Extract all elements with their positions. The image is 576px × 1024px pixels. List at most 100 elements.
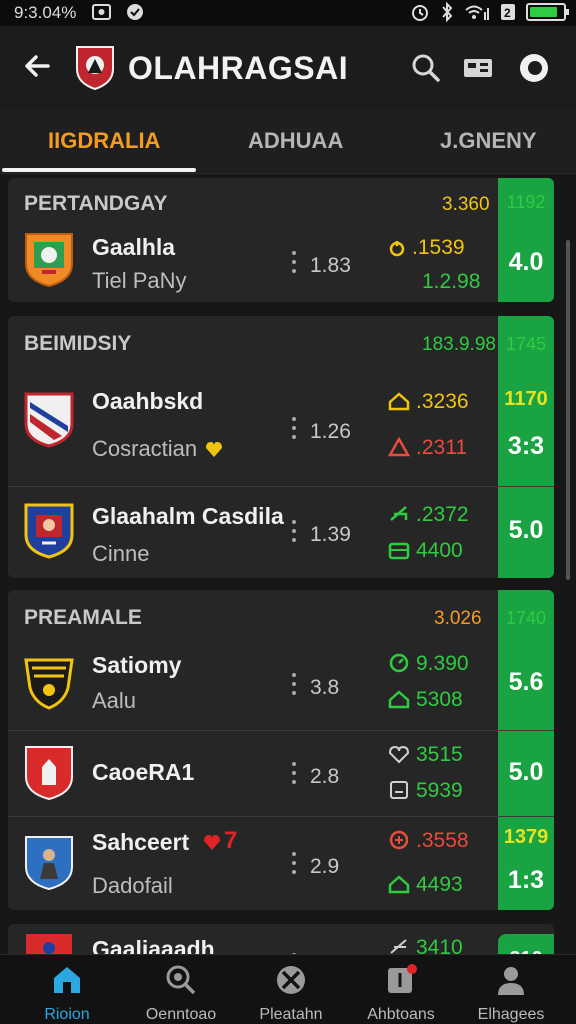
scoreboard-icon[interactable]	[462, 52, 494, 84]
section-card: PREAMALE 3.026 1740 5.6 5.0 1379 1:3 Sat…	[8, 590, 554, 910]
nav-item-search[interactable]: Oenntoao	[126, 963, 236, 1024]
plus-circle-icon	[389, 830, 409, 850]
status-bar: 9:3.04% 2	[0, 0, 576, 26]
back-arrow-icon[interactable]	[22, 50, 54, 82]
home-outline-icon	[388, 690, 410, 709]
team-crest-icon	[24, 658, 74, 710]
sim-icon: 2	[501, 4, 515, 20]
tab-first[interactable]: IIGDRALIA	[48, 128, 160, 154]
team-name: Gaaliaaadh	[92, 936, 215, 954]
odd-line[interactable]: 4493	[388, 873, 463, 897]
team-crest-icon	[25, 233, 73, 288]
match-list: PERTANDGAY 3.360 1192 4.0 Gaalhla Tiel P…	[0, 174, 576, 954]
odd-line[interactable]: 5939	[388, 779, 463, 803]
nav-label: Ahbtoans	[367, 1006, 435, 1023]
tab-bar: IIGDRALIA ADHUAA J.GNENY	[0, 110, 576, 174]
odd-line[interactable]: 3410	[388, 936, 463, 954]
team-subtitle: Cinne	[92, 541, 150, 566]
odd-line[interactable]: 4400	[388, 539, 463, 563]
section-odd: 3.360	[442, 194, 490, 215]
app-bar: OLAHRAGSAI	[0, 26, 576, 110]
bluetooth-icon	[442, 2, 453, 22]
section-odd: 183.9.98	[422, 334, 496, 355]
match-odd: 1.26	[310, 420, 351, 443]
match-odd: 1.39	[310, 523, 351, 546]
team-crest-icon	[26, 934, 72, 954]
match-row[interactable]: Gaaliaaadh 3410	[8, 924, 554, 954]
flag-icon	[390, 506, 408, 521]
more-options-icon[interactable]	[290, 412, 298, 448]
more-options-icon[interactable]	[290, 668, 298, 704]
odd-value: .3558	[416, 829, 469, 852]
section-title: PREAMALE	[24, 606, 142, 629]
odd-value: 5308	[416, 688, 463, 711]
odd-line[interactable]: .2372	[388, 503, 469, 527]
section-card: PERTANDGAY 3.360 1192 4.0 Gaalhla Tiel P…	[8, 178, 554, 302]
odd-line[interactable]: 9.390	[388, 652, 469, 676]
tab-indicator	[2, 168, 196, 172]
match-row[interactable]: Oaahbskd Cosractian 1.26 .3236 .2311	[8, 370, 554, 482]
sports-icon	[277, 966, 305, 994]
home-icon	[54, 967, 80, 993]
match-odd: 2.8	[310, 765, 340, 788]
page-title: OLAHRAGSAI	[128, 50, 349, 86]
section-title: BEIMIDSIY	[24, 332, 132, 355]
notification-icon	[388, 964, 417, 993]
screen-record-icon	[92, 4, 111, 20]
match-row[interactable]: Sahceert 7 Dadofail 2.9 .3558 4493	[8, 816, 554, 910]
odd-value: 5939	[416, 779, 463, 802]
calendar-icon	[388, 542, 410, 560]
match-row[interactable]: Gaalhla Tiel PaNy 1.83 .1539 1.2.98	[8, 224, 554, 302]
odd-line[interactable]: .3236	[388, 390, 469, 414]
status-time: 9:3.04%	[14, 3, 77, 22]
team-subtitle: Tiel PaNy	[92, 268, 187, 293]
odd-value: .3236	[416, 390, 469, 413]
nav-item-sports[interactable]: Pleatahn	[236, 963, 346, 1024]
tab-second[interactable]: ADHUAA	[248, 128, 343, 154]
tab-third[interactable]: J.GNENY	[440, 128, 537, 154]
wifi-signal-icon	[465, 5, 489, 20]
club-logo-icon	[76, 46, 114, 91]
strip-header-value: 1745	[505, 334, 547, 354]
odd-line[interactable]: .1539	[388, 236, 465, 260]
team-crest-icon	[25, 746, 73, 801]
odd-value: 4400	[416, 539, 463, 562]
section-card: BEIMIDSIY 183.9.98 1745 1170 3:3 5.0 Oaa…	[8, 316, 554, 578]
scrollbar[interactable]	[566, 240, 570, 580]
odd-value: 1.2.98	[422, 270, 481, 293]
nav-label: Pleatahn	[259, 1006, 323, 1023]
team-name: Satiomy	[92, 652, 182, 678]
match-row[interactable]: Satiomy Aalu 3.8 9.390 5308	[8, 642, 554, 730]
nav-item-profile[interactable]: Elhagees	[456, 963, 566, 1024]
odd-line[interactable]: 5308	[388, 688, 463, 712]
match-row[interactable]: Glaahalm Casdila Cinne 1.39 .2372 4400	[8, 486, 554, 578]
favorite-heart-icon[interactable]	[204, 440, 224, 458]
team-name: Gaalhla	[92, 234, 176, 260]
odd-line[interactable]: 1.2.98	[422, 270, 480, 294]
team-name: Oaahbskd	[92, 388, 204, 414]
more-options-icon[interactable]	[290, 246, 298, 282]
odd-line[interactable]: 3515	[388, 743, 463, 767]
odd-line[interactable]: .3558	[388, 829, 469, 853]
red-card-badge: 7	[224, 827, 238, 854]
record-icon[interactable]	[518, 52, 550, 84]
section-title: PERTANDGAY	[24, 192, 168, 215]
search-icon[interactable]	[410, 52, 442, 84]
section-odd: 3.026	[434, 608, 482, 629]
nav-label: Oenntoao	[145, 1006, 217, 1023]
nav-item-notifications[interactable]: Ahbtoans	[346, 963, 456, 1024]
more-options-icon[interactable]	[290, 515, 298, 551]
odd-value: .2311	[416, 436, 467, 459]
document-icon	[390, 781, 408, 799]
search-chat-icon	[166, 965, 196, 995]
team-crest-icon	[24, 392, 74, 448]
more-options-icon[interactable]	[290, 757, 298, 793]
odd-value: 3410	[416, 936, 463, 954]
match-row[interactable]: CaoeRA1 2.8 3515 5939	[8, 730, 554, 816]
clock-icon	[389, 241, 405, 257]
odd-line[interactable]: .2311	[387, 436, 467, 460]
nav-item-home[interactable]: Rioion	[12, 963, 122, 1024]
odd-value: 9.390	[416, 652, 469, 675]
more-options-icon[interactable]	[290, 847, 298, 883]
heart-outline-icon	[388, 745, 410, 764]
